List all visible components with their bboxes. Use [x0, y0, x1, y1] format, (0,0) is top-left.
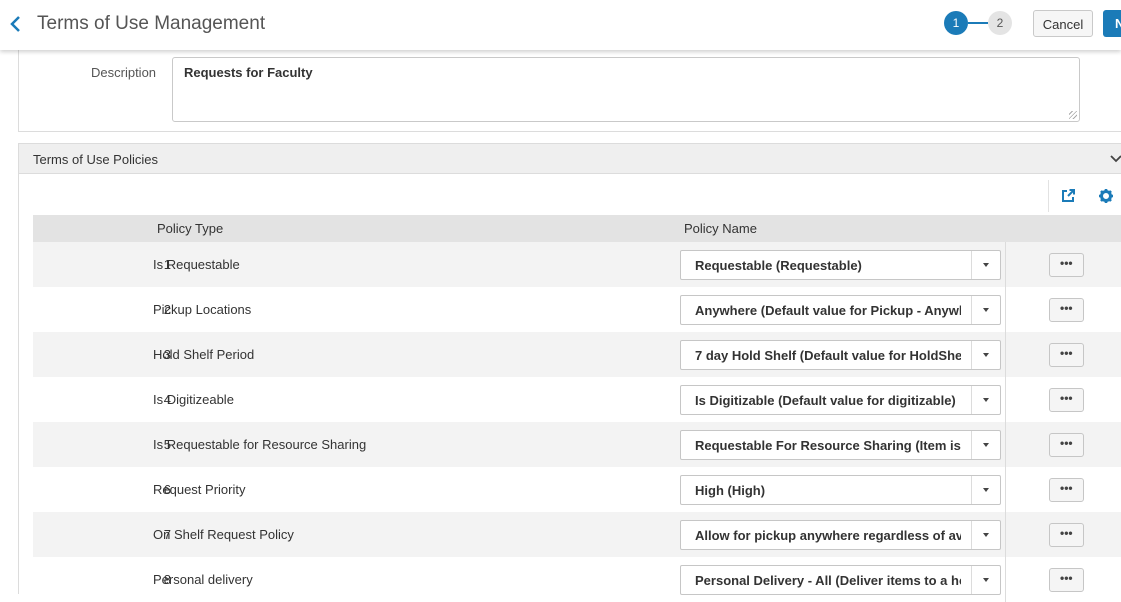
table-header-row: Policy Type Policy Name — [33, 215, 1121, 242]
policy-name-value: Is Digitizable (Default value for digiti… — [695, 393, 956, 408]
policy-name-select[interactable]: High (High) — [680, 475, 1001, 505]
table-row: 7 On Shelf Request Policy Allow for pick… — [33, 512, 1121, 557]
caret-down-icon — [983, 533, 989, 537]
policy-name-select[interactable]: Anywhere (Default value for Pickup - Any… — [680, 295, 1001, 325]
more-icon: ••• — [1060, 391, 1073, 405]
caret-down-icon — [983, 353, 989, 357]
policy-type: Is Digitizeable — [153, 392, 234, 407]
resize-grip-icon[interactable] — [1069, 111, 1077, 119]
select-toggle[interactable] — [971, 341, 1000, 369]
policy-name-select[interactable]: Requestable (Requestable) — [680, 250, 1001, 280]
step-1-indicator: 1 — [944, 11, 968, 35]
section-title: Terms of Use Policies — [33, 152, 158, 167]
policy-type: On Shelf Request Policy — [153, 527, 294, 542]
select-toggle[interactable] — [971, 521, 1000, 549]
cancel-button[interactable]: Cancel — [1033, 10, 1093, 37]
export-icon[interactable] — [1060, 188, 1076, 204]
table-row: 6 Request Priority High (High) ••• — [33, 467, 1121, 512]
policy-type: Hold Shelf Period — [153, 347, 255, 362]
select-toggle[interactable] — [971, 251, 1000, 279]
column-header-policy-type[interactable]: Policy Type — [157, 221, 223, 236]
table-row: 3 Hold Shelf Period 7 day Hold Shelf (De… — [33, 332, 1121, 377]
page-title: Terms of Use Management — [37, 13, 266, 34]
policy-type: Is Requestable — [153, 257, 240, 272]
policy-name-value: Allow for pickup anywhere regardless of … — [695, 528, 961, 543]
more-icon: ••• — [1060, 436, 1073, 450]
row-actions-button[interactable]: ••• — [1049, 568, 1084, 592]
table-row: 4 Is Digitizeable Is Digitizable (Defaul… — [33, 377, 1121, 422]
policy-name-select[interactable]: Allow for pickup anywhere regardless of … — [680, 520, 1001, 550]
column-divider — [1005, 377, 1006, 422]
caret-down-icon — [983, 308, 989, 312]
caret-down-icon — [983, 263, 989, 267]
select-toggle[interactable] — [971, 296, 1000, 324]
chevron-down-icon[interactable] — [1110, 154, 1121, 164]
policies-section-header[interactable]: Terms of Use Policies — [18, 143, 1121, 174]
description-textarea[interactable]: Requests for Faculty — [172, 57, 1080, 122]
policy-name-value: 7 day Hold Shelf (Default value for Hold… — [695, 348, 961, 363]
next-button[interactable]: N — [1103, 10, 1121, 37]
toolbar-divider — [1048, 180, 1049, 212]
table-row: 2 Pickup Locations Anywhere (Default val… — [33, 287, 1121, 332]
column-header-policy-name[interactable]: Policy Name — [684, 221, 757, 236]
row-actions-button[interactable]: ••• — [1049, 253, 1084, 277]
back-chevron-icon[interactable] — [8, 14, 24, 34]
policy-name-value: High (High) — [695, 483, 766, 498]
select-toggle[interactable] — [971, 386, 1000, 414]
row-actions-button[interactable]: ••• — [1049, 343, 1084, 367]
caret-down-icon — [983, 488, 989, 492]
policy-name-value: Requestable (Requestable) — [695, 258, 862, 273]
policy-type: Personal delivery — [153, 572, 253, 587]
policy-type: Pickup Locations — [153, 302, 252, 317]
caret-down-icon — [983, 578, 989, 582]
table-row: 5 Is Requestable for Resource Sharing Re… — [33, 422, 1121, 467]
step-2-indicator[interactable]: 2 — [988, 11, 1012, 35]
select-toggle[interactable] — [971, 476, 1000, 504]
column-divider — [1005, 512, 1006, 557]
page-header: Terms of Use Management 1 2 Cancel N — [0, 0, 1121, 50]
caret-down-icon — [983, 398, 989, 402]
row-actions-button[interactable]: ••• — [1049, 523, 1084, 547]
policy-name-value: Personal Delivery - All (Deliver items t… — [695, 573, 961, 588]
table-body: 1 Is Requestable Requestable (Requestabl… — [33, 242, 1121, 602]
column-divider — [1005, 332, 1006, 377]
column-divider — [1005, 467, 1006, 512]
row-actions-button[interactable]: ••• — [1049, 388, 1084, 412]
table-row: 8 Personal delivery Personal Delivery - … — [33, 557, 1121, 602]
more-icon: ••• — [1060, 481, 1073, 495]
policy-name-value: Requestable For Resource Sharing (Item i… — [695, 438, 961, 453]
column-divider — [1005, 557, 1006, 602]
description-label: Description — [91, 65, 157, 80]
policies-table: Policy Type Policy Name 1 Is Requestable… — [33, 215, 1121, 602]
select-toggle[interactable] — [971, 431, 1000, 459]
policy-name-value: Anywhere (Default value for Pickup - Any… — [695, 303, 961, 318]
policy-name-select[interactable]: Is Digitizable (Default value for digiti… — [680, 385, 1001, 415]
policy-name-select[interactable]: 7 day Hold Shelf (Default value for Hold… — [680, 340, 1001, 370]
policy-type: Is Requestable for Resource Sharing — [153, 437, 367, 452]
policy-type: Request Priority — [153, 482, 246, 497]
row-actions-button[interactable]: ••• — [1049, 298, 1084, 322]
more-icon: ••• — [1060, 571, 1073, 585]
more-icon: ••• — [1060, 301, 1073, 315]
description-value: Requests for Faculty — [184, 65, 313, 80]
table-row: 1 Is Requestable Requestable (Requestabl… — [33, 242, 1121, 287]
column-divider — [1005, 242, 1006, 287]
step-connector — [968, 22, 988, 24]
policy-name-select[interactable]: Requestable For Resource Sharing (Item i… — [680, 430, 1001, 460]
row-actions-button[interactable]: ••• — [1049, 478, 1084, 502]
column-divider — [1005, 422, 1006, 467]
more-icon: ••• — [1060, 526, 1073, 540]
select-toggle[interactable] — [971, 566, 1000, 594]
more-icon: ••• — [1060, 346, 1073, 360]
policy-name-select[interactable]: Personal Delivery - All (Deliver items t… — [680, 565, 1001, 595]
caret-down-icon — [983, 443, 989, 447]
more-icon: ••• — [1060, 256, 1073, 270]
row-actions-button[interactable]: ••• — [1049, 433, 1084, 457]
column-divider — [1005, 287, 1006, 332]
gear-icon[interactable] — [1098, 188, 1114, 204]
